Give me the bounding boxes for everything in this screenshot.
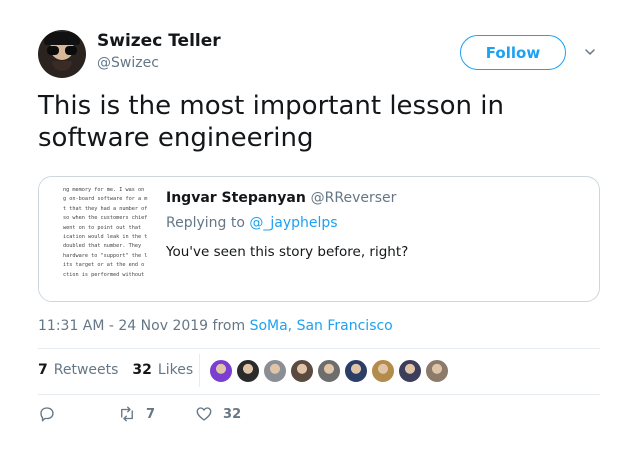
quote-replying-to: Replying to @_jayphelps [166,215,338,231]
thumbnail-line: t that they had a number of [63,205,148,212]
replying-to-handle: @_jayphelps [249,215,338,231]
author-avatar[interactable] [38,30,86,78]
divider [38,348,600,349]
thumbnail-line: went on to point out that [63,224,142,231]
quote-author-handle: @RReverser [310,190,397,206]
thumbnail-line: its target or at the end o [63,262,145,269]
thumbnail-line: so when the customers chief [63,215,148,222]
divider [38,394,600,395]
avatar-beard [52,61,72,71]
retweet-action[interactable]: 7 [118,405,155,423]
tweet-timestamp: 11:31 AM - 24 Nov 2019 from SoMa, San Fr… [38,318,393,334]
liker-avatar[interactable] [344,359,368,383]
thumbnail-line: doubled that number. They [63,243,142,250]
thumbnail-line: hardware to "support" the l [63,252,148,259]
reply-action[interactable] [38,405,56,423]
stats-divider [199,354,200,387]
likes-label: Likes [157,362,194,378]
avatar-hat [44,32,80,45]
author-handle[interactable]: @Swizec [97,55,159,71]
thumbnail-line: ng memory for me. I was on [63,187,145,193]
thumbnail-line: ction is performed without [63,271,145,278]
liker-avatar[interactable] [398,359,422,383]
like-count: 32 [223,406,242,422]
follow-button[interactable]: Follow [460,35,566,70]
likers-avatars [209,359,452,383]
quote-author-name: Ingvar Stepanyan [166,190,306,206]
liker-avatar[interactable] [263,359,287,383]
retweet-count: 7 [146,406,156,422]
quote-text: You've seen this story before, right? [166,244,409,260]
thumbnail-line: ication would leak in the t [63,234,148,241]
retweets-stat[interactable]: 7 Retweets [38,362,118,378]
chevron-down-icon[interactable] [584,46,596,58]
liker-avatar[interactable] [209,359,233,383]
liker-avatar[interactable] [236,359,260,383]
liker-avatar[interactable] [371,359,395,383]
reply-icon [40,407,54,422]
timestamp-text[interactable]: 11:31 AM - 24 Nov 2019 from [38,318,250,334]
retweet-icon [121,406,133,422]
liker-avatar[interactable] [425,359,449,383]
likes-count: 32 [132,362,152,378]
tweet-actions: 7 32 [38,405,241,423]
quote-author: Ingvar Stepanyan @RReverser [166,190,396,206]
likes-stat[interactable]: 32 Likes [132,362,193,378]
author-name[interactable]: Swizec Teller [97,31,221,51]
avatar-glasses [47,46,77,55]
retweets-count: 7 [38,362,48,378]
tweet-text: This is the most important lesson in sof… [38,91,504,153]
engagement-stats: 7 Retweets 32 Likes [38,362,207,378]
like-action[interactable]: 32 [195,405,241,423]
quote-thumbnail-image: ng memory for me. I was on g on-board so… [39,177,155,301]
replying-prefix: Replying to [166,215,250,231]
liker-avatar[interactable] [290,359,314,383]
retweets-label: Retweets [53,362,119,378]
liker-avatar[interactable] [317,359,341,383]
quoted-tweet[interactable]: ng memory for me. I was on g on-board so… [38,176,600,302]
heart-icon [196,407,212,421]
location-link[interactable]: SoMa, San Francisco [250,318,393,334]
thumbnail-line: g on-board software for a m [63,196,148,203]
